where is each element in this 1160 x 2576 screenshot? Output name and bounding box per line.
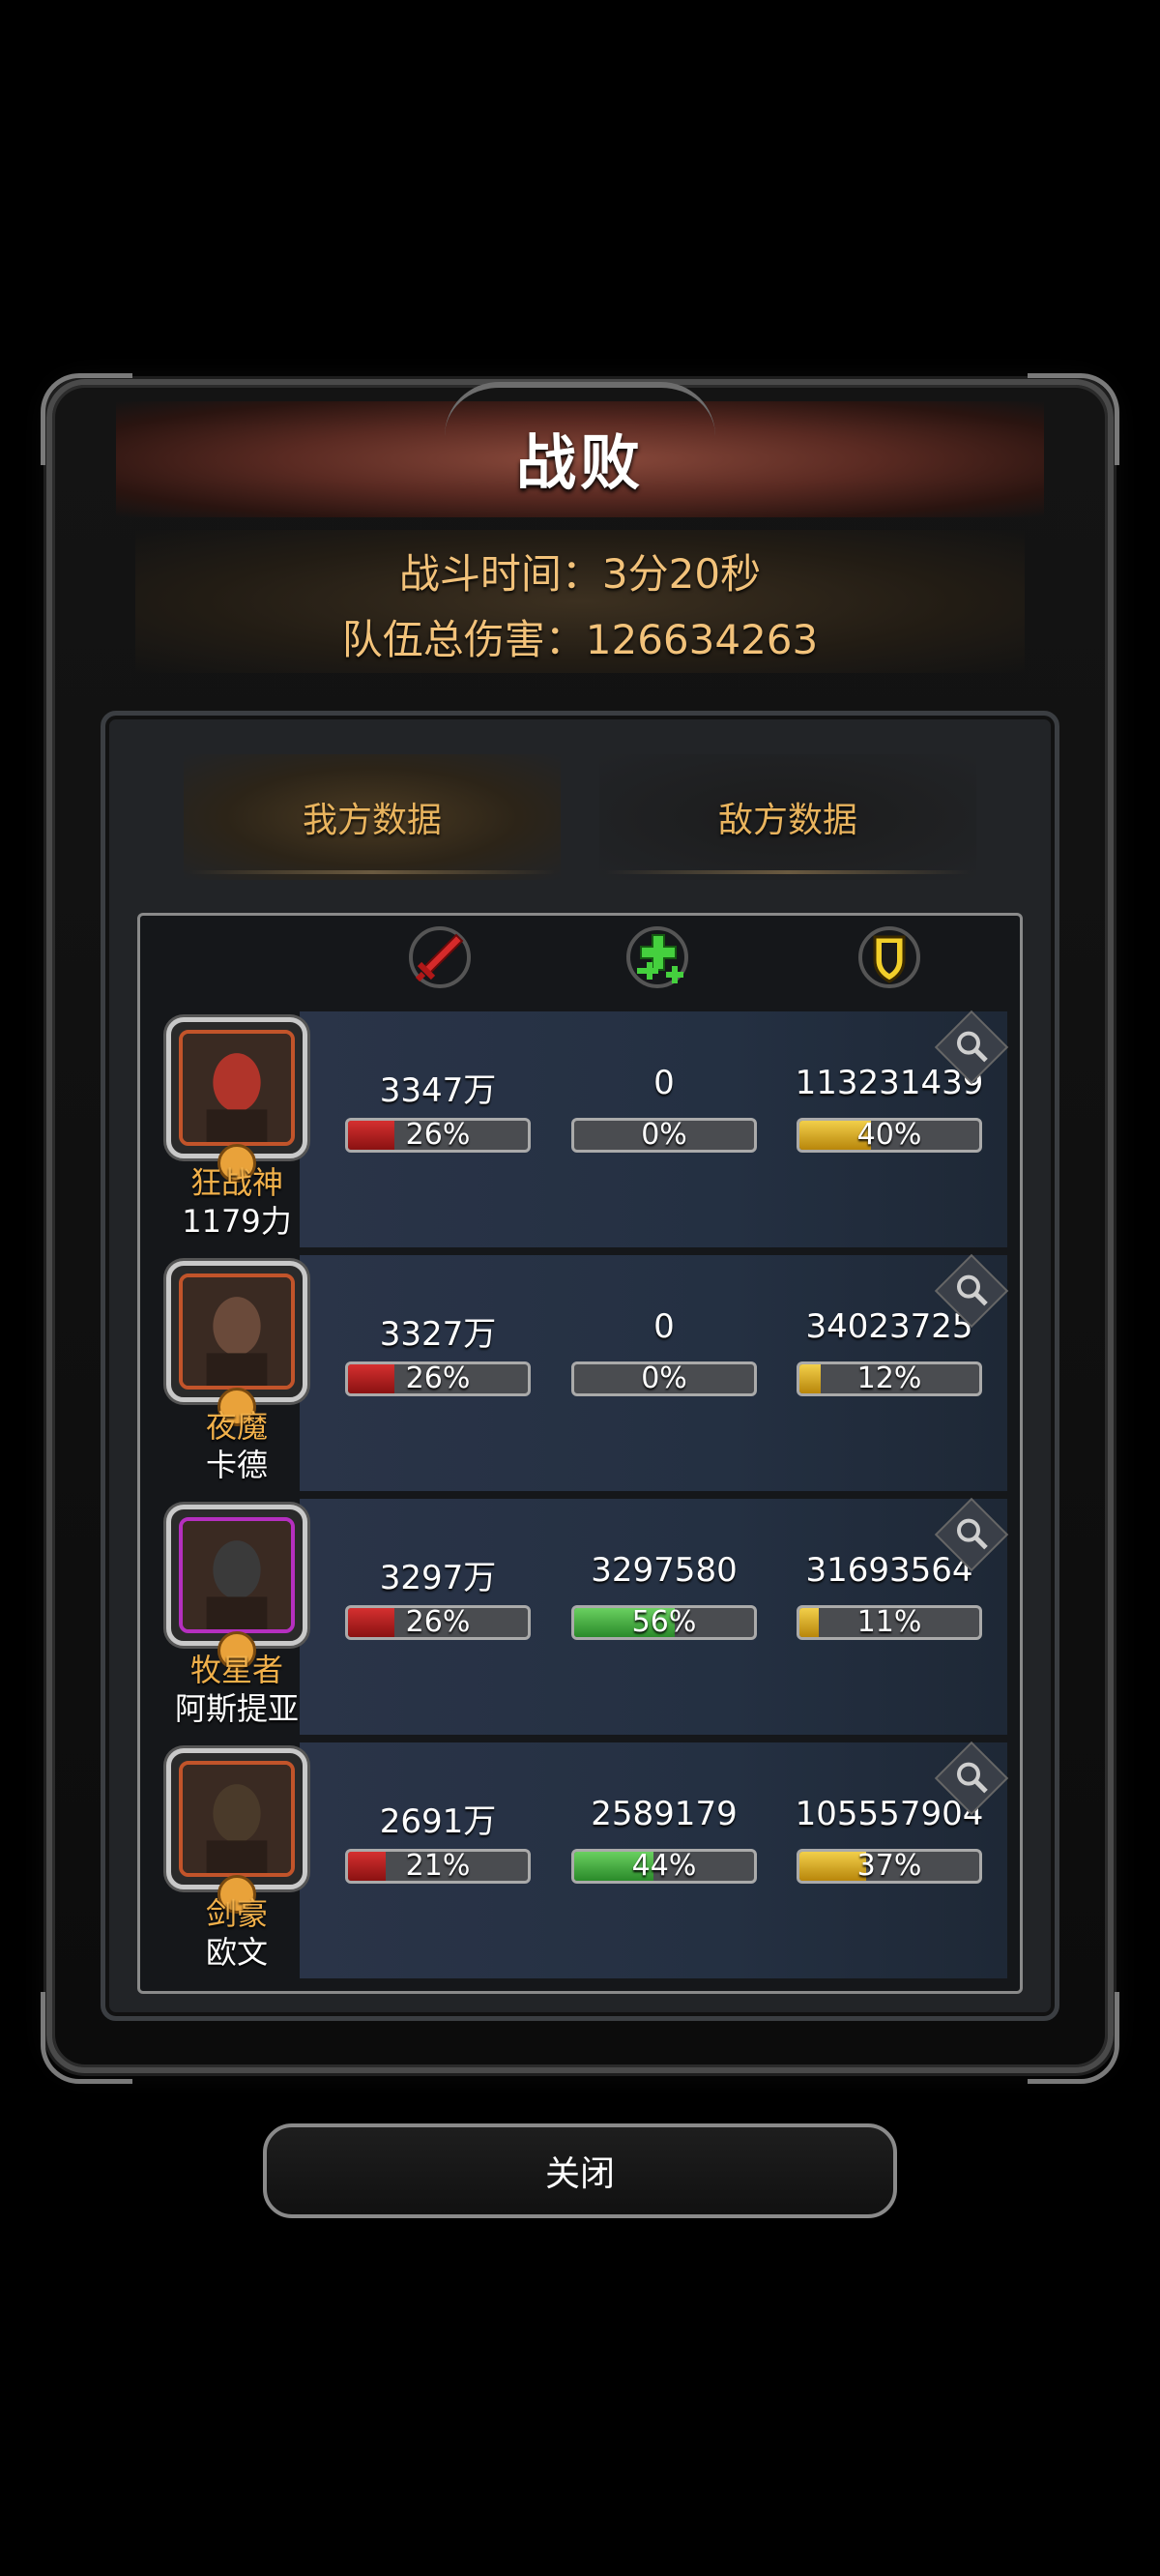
tank-bar: 37% — [797, 1849, 982, 1884]
tank-percent: 37% — [856, 1849, 922, 1883]
hero-avatar — [183, 1277, 291, 1386]
heal-bar: 56% — [571, 1605, 757, 1640]
hero-name: 卡德 — [205, 1447, 268, 1483]
heal-percent: 0% — [641, 1361, 687, 1395]
result-title: 战败 — [515, 427, 644, 498]
heal-value: 0 — [653, 1307, 675, 1346]
damage-percent: 21% — [405, 1849, 471, 1883]
heal-value: 3297580 — [591, 1551, 738, 1590]
tank-percent: 11% — [856, 1605, 922, 1639]
damage-bar: 26% — [345, 1361, 531, 1396]
tab-underline — [604, 870, 972, 874]
damage-bar: 26% — [345, 1605, 531, 1640]
tank-percent: 12% — [856, 1361, 922, 1395]
damage-value: 2691万 — [379, 1802, 497, 1841]
team-total-damage: 队伍总伤害：126634263 — [341, 616, 819, 663]
tank-bar: 40% — [797, 1118, 982, 1153]
damage-bar: 21% — [345, 1849, 531, 1884]
heal-bar: 0% — [571, 1361, 757, 1396]
damage-value: 3327万 — [379, 1315, 497, 1354]
hero-portrait[interactable] — [166, 1261, 307, 1426]
tank-bar: 11% — [797, 1605, 982, 1640]
tab-my-data[interactable]: 我方数据 — [184, 754, 561, 880]
damage-percent: 26% — [405, 1118, 471, 1152]
hero-portrait[interactable] — [166, 1505, 307, 1670]
damage-bar: 26% — [345, 1118, 531, 1153]
heal-value: 2589179 — [591, 1795, 738, 1833]
hero-name: 1179力 — [182, 1203, 292, 1240]
heal-cross-icon — [619, 919, 696, 996]
hero-avatar — [183, 1521, 291, 1629]
shield-icon — [851, 919, 928, 996]
hero-portrait[interactable] — [166, 1748, 307, 1914]
heal-percent: 44% — [631, 1849, 697, 1883]
heal-bar: 0% — [571, 1118, 757, 1153]
battle-time: 战斗时间：3分20秒 — [398, 550, 762, 598]
damage-value: 3297万 — [379, 1559, 497, 1597]
tank-bar: 12% — [797, 1361, 982, 1396]
heal-bar: 44% — [571, 1849, 757, 1884]
hero-avatar — [183, 1765, 291, 1873]
damage-value: 3347万 — [379, 1071, 497, 1110]
hero-name: 阿斯提亚 — [174, 1690, 299, 1727]
heal-percent: 56% — [631, 1605, 697, 1639]
tab-enemy-data[interactable]: 敌方数据 — [599, 754, 976, 880]
damage-percent: 26% — [405, 1605, 471, 1639]
tank-percent: 40% — [856, 1118, 922, 1152]
heal-percent: 0% — [641, 1118, 687, 1152]
sword-icon — [401, 919, 478, 996]
hero-name: 欧文 — [205, 1934, 268, 1971]
damage-percent: 26% — [405, 1361, 471, 1395]
tab-underline — [188, 870, 556, 874]
hero-avatar — [183, 1034, 291, 1142]
heal-value: 0 — [653, 1064, 675, 1102]
hero-portrait[interactable] — [166, 1017, 307, 1183]
close-button[interactable]: 关闭 — [263, 2123, 897, 2218]
